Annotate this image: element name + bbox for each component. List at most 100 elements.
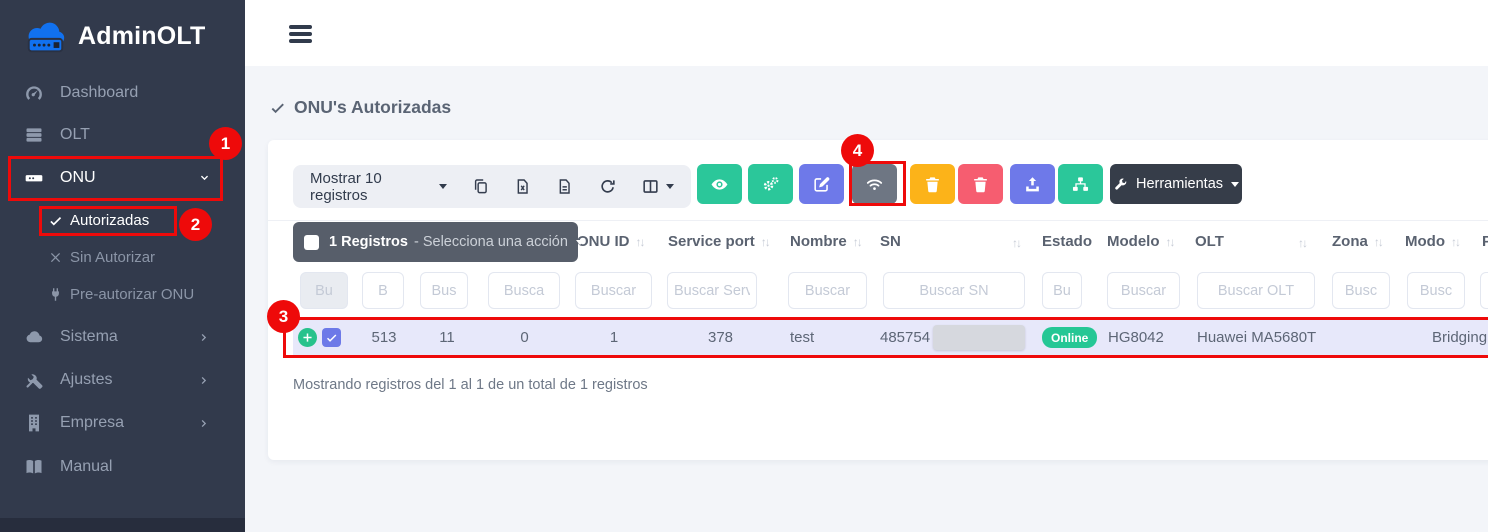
search-input-id[interactable] (362, 272, 404, 309)
cell-estado: Online (1042, 319, 1097, 356)
cell-onu-id: 1 (568, 319, 660, 356)
upload-button[interactable] (1010, 164, 1055, 204)
table-info-text: Mostrando registros del 1 al 1 de un tot… (293, 377, 648, 393)
selection-action-label: - Selecciona una acción (414, 234, 568, 250)
column-header-service-port[interactable]: Service port (668, 233, 769, 250)
building-icon (24, 413, 44, 433)
column-header-olt[interactable]: OLT (1195, 233, 1224, 250)
cell-nombre: test (790, 319, 814, 356)
search-input-sn[interactable] (883, 272, 1025, 309)
sort-icon (636, 235, 644, 249)
sidebar-item-empresa[interactable]: Empresa (0, 403, 245, 443)
chevron-right-icon (198, 417, 211, 430)
sidebar-subitem-autorizadas[interactable]: Autorizadas (0, 205, 245, 235)
column-visibility-button[interactable] (641, 177, 674, 196)
sidebar-item-onu[interactable]: ONU (0, 158, 245, 198)
row-expand-button[interactable] (298, 328, 317, 347)
check-icon (325, 331, 338, 344)
search-input-board[interactable] (420, 272, 468, 309)
sort-icon[interactable] (1298, 236, 1306, 250)
wifi-icon (865, 175, 884, 194)
table-top-border (268, 220, 1488, 221)
app-window: AdminOLT Dashboard OLT ONU Autorizadas S… (0, 0, 1488, 532)
server-icon (24, 125, 44, 145)
chevron-right-icon (198, 374, 211, 387)
search-input-zona[interactable] (1332, 272, 1390, 309)
selection-count: 1 Registros (329, 234, 408, 250)
sidebar-subitem-sin-autorizar[interactable]: Sin Autorizar (0, 242, 245, 272)
view-button[interactable] (697, 164, 742, 204)
sort-icon[interactable] (1012, 236, 1020, 250)
search-input-select (300, 272, 348, 309)
selection-action-dropdown[interactable]: 1 Registros - Selecciona una acción (293, 222, 578, 262)
wrench-icon (1113, 177, 1128, 192)
edit-button[interactable] (799, 164, 844, 204)
column-header-nombre[interactable]: Nombre (790, 233, 861, 250)
cell-modelo: HG8042 (1108, 319, 1164, 356)
sidebar-subitem-pre-autorizar[interactable]: Pre-autorizar ONU (0, 279, 245, 309)
column-header-partial[interactable]: P (1482, 233, 1488, 250)
select-all-checkbox[interactable] (304, 235, 319, 250)
status-badge: Online (1042, 327, 1097, 348)
export-excel-button[interactable] (514, 177, 531, 196)
column-header-sn[interactable]: SN (880, 233, 901, 250)
menu-toggle-button[interactable] (289, 25, 312, 43)
wifi-button[interactable] (852, 164, 897, 204)
search-input-partial[interactable] (1480, 272, 1488, 309)
search-input-port[interactable] (488, 272, 560, 309)
brand[interactable]: AdminOLT (22, 14, 206, 58)
records-per-page-dropdown[interactable]: Mostrar 10 registros (310, 170, 447, 204)
sidebar-item-label: Ajustes (60, 371, 112, 389)
edit-icon (812, 175, 831, 194)
gears-icon (761, 175, 780, 194)
delete-button[interactable] (910, 164, 955, 204)
sidebar-item-dashboard[interactable]: Dashboard (0, 73, 245, 113)
search-input-olt[interactable] (1197, 272, 1315, 309)
sidebar-item-ajustes[interactable]: Ajustes (0, 360, 245, 400)
sidebar-item-olt[interactable]: OLT (0, 115, 245, 155)
page-title-text: ONU's Autorizadas (294, 97, 451, 118)
sort-icon (853, 235, 861, 249)
export-file-button[interactable] (556, 177, 573, 196)
cell-sn: 485754 (880, 319, 930, 356)
network-map-button[interactable] (1058, 164, 1103, 204)
refresh-icon[interactable] (599, 177, 616, 196)
cell-board: 11 (413, 319, 481, 356)
cell-olt: Huawei MA5680T (1197, 319, 1316, 356)
sidebar-subitem-label: Pre-autorizar ONU (70, 286, 194, 303)
search-input-estado[interactable] (1042, 272, 1082, 309)
search-input-onu-id[interactable] (575, 272, 652, 309)
sidebar-item-manual[interactable]: Manual (0, 447, 245, 487)
search-input-nombre[interactable] (788, 272, 867, 309)
records-per-page-label: Mostrar 10 registros (310, 170, 431, 204)
row-checkbox[interactable] (322, 328, 341, 347)
copy-button[interactable] (472, 177, 489, 196)
table-row[interactable]: 513 11 0 1 378 test 485754 Online HG8042… (293, 319, 1488, 356)
sidebar-subitem-label: Sin Autorizar (70, 249, 155, 266)
sidebar-item-label: Manual (60, 458, 112, 476)
search-input-service-port[interactable] (667, 272, 757, 309)
page-title: ONU's Autorizadas (269, 97, 451, 118)
chevron-right-icon (198, 331, 211, 344)
topbar (245, 0, 1488, 66)
sidebar-item-sistema[interactable]: Sistema (0, 317, 245, 357)
cell-id: 513 (355, 319, 413, 356)
column-header-estado[interactable]: Estado (1042, 233, 1092, 250)
sort-icon (1451, 235, 1459, 249)
config-button[interactable] (748, 164, 793, 204)
search-input-modelo[interactable] (1107, 272, 1180, 309)
column-header-onu-id[interactable]: ONU ID (577, 233, 644, 250)
onu-device-icon (24, 168, 44, 188)
trash-icon (923, 175, 942, 194)
column-header-modo[interactable]: Modo (1405, 233, 1459, 250)
force-delete-button[interactable] (958, 164, 1003, 204)
sort-icon (1166, 235, 1174, 249)
check-icon (269, 99, 286, 116)
cell-port: 0 (481, 319, 568, 356)
tools-dropdown-button[interactable]: Herramientas (1110, 164, 1242, 204)
cell-zona (1357, 319, 1415, 356)
column-header-zona[interactable]: Zona (1332, 233, 1382, 250)
column-header-modelo[interactable]: Modelo (1107, 233, 1174, 250)
cloud-icon (24, 327, 44, 347)
search-input-modo[interactable] (1407, 272, 1465, 309)
